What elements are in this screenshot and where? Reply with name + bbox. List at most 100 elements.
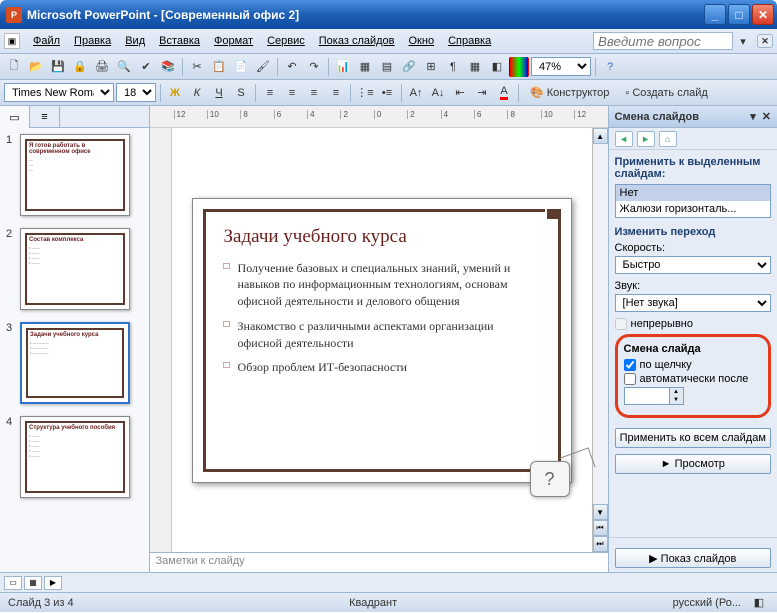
scroll-track[interactable]	[593, 144, 608, 504]
increase-font-icon[interactable]: A↑	[406, 83, 426, 103]
thumbnail-item[interactable]: 4 Структура учебного пособия• ——• ——• ——…	[6, 416, 143, 498]
tables-borders-icon[interactable]: ▤	[377, 57, 397, 77]
align-left-icon[interactable]: ≡	[260, 83, 280, 103]
minimize-button[interactable]: _	[704, 4, 726, 25]
align-center-icon[interactable]: ≡	[282, 83, 302, 103]
help-icon[interactable]: ?	[600, 57, 620, 77]
table-icon[interactable]: ▦	[355, 57, 375, 77]
research-icon[interactable]: 📚	[158, 57, 178, 77]
transition-option[interactable]: Нет	[616, 185, 770, 201]
bullet-item[interactable]: Знакомство с различными аспектами органи…	[224, 318, 540, 352]
menu-slideshow[interactable]: Показ слайдов	[312, 32, 402, 50]
nav-home-icon[interactable]: ⌂	[659, 131, 677, 147]
expand-all-icon[interactable]: ⊞	[421, 57, 441, 77]
scroll-down-button[interactable]: ▼	[593, 504, 608, 520]
slide-canvas[interactable]: Задачи учебного курса Получение базовых …	[172, 128, 592, 552]
align-right-icon[interactable]: ≡	[304, 83, 324, 103]
help-callout[interactable]: ?	[530, 461, 570, 497]
print-icon[interactable]: 🖨	[92, 57, 112, 77]
prev-slide-button[interactable]: ⏮	[593, 520, 608, 536]
redo-icon[interactable]: ↷	[304, 57, 324, 77]
font-size-select[interactable]: 18	[116, 83, 156, 102]
menu-view[interactable]: Вид	[118, 32, 152, 50]
transition-listbox[interactable]: Нет Жалюзи горизонталь...	[615, 184, 771, 218]
on-click-input[interactable]	[624, 359, 636, 371]
transition-option[interactable]: Жалюзи горизонталь...	[616, 201, 770, 217]
cut-icon[interactable]: ✂	[187, 57, 207, 77]
chart-icon[interactable]: 📊	[333, 57, 353, 77]
outline-tab[interactable]: ≡	[30, 106, 60, 128]
italic-icon[interactable]: К	[187, 83, 207, 103]
menu-format[interactable]: Формат	[207, 32, 260, 50]
slide-bullets[interactable]: Получение базовых и специальных знаний, …	[224, 260, 540, 377]
next-slide-button[interactable]: ⏭	[593, 536, 608, 552]
bullet-item[interactable]: Обзор проблем ИТ-безопасности	[224, 359, 540, 376]
hyperlink-icon[interactable]: 🔗	[399, 57, 419, 77]
color-grayscale-icon[interactable]: ◧	[487, 57, 507, 77]
new-slide-button[interactable]: ▫ Создать слайд	[618, 83, 714, 103]
menu-edit[interactable]: Правка	[67, 32, 118, 50]
zoom-select[interactable]: 47%	[531, 57, 591, 76]
undo-icon[interactable]: ↶	[282, 57, 302, 77]
thumbnail-item[interactable]: 3 Задачи учебного курса• ————• ————• ———…	[6, 322, 143, 404]
close-button[interactable]: ✕	[752, 4, 774, 25]
ask-question-input[interactable]	[593, 32, 733, 50]
question-dropdown[interactable]: ▾	[733, 31, 753, 51]
format-painter-icon[interactable]: 🖌	[253, 57, 273, 77]
font-color-icon[interactable]: A	[494, 83, 514, 103]
menu-help[interactable]: Справка	[441, 32, 498, 50]
open-icon[interactable]: 📂	[26, 57, 46, 77]
nav-forward-icon[interactable]: ►	[637, 131, 655, 147]
bullet-list-icon[interactable]: •≡	[377, 83, 397, 103]
auto-after-input[interactable]	[624, 373, 636, 385]
save-icon[interactable]: 💾	[48, 57, 68, 77]
menu-window[interactable]: Окно	[402, 32, 442, 50]
scroll-up-button[interactable]: ▲	[593, 128, 608, 144]
bullet-item[interactable]: Получение базовых и специальных знаний, …	[224, 260, 540, 310]
permission-icon[interactable]: 🔒	[70, 57, 90, 77]
increase-indent-icon[interactable]: ⇥	[472, 83, 492, 103]
spin-down-icon[interactable]: ▼	[670, 396, 683, 404]
designer-button[interactable]: 🎨 Конструктор	[523, 83, 616, 103]
notes-pane[interactable]: Заметки к слайду	[150, 552, 608, 572]
decrease-font-icon[interactable]: A↓	[428, 83, 448, 103]
apply-all-button[interactable]: Применить ко всем слайдам	[615, 428, 771, 448]
decrease-indent-icon[interactable]: ⇤	[450, 83, 470, 103]
new-icon[interactable]: 🗋	[4, 57, 24, 77]
numbered-list-icon[interactable]: ⋮≡	[355, 83, 375, 103]
copy-icon[interactable]: 📋	[209, 57, 229, 77]
sound-select[interactable]: [Нет звука]	[615, 294, 771, 312]
grid-icon[interactable]: ▦	[465, 57, 485, 77]
control-menu-icon[interactable]: ▣	[4, 33, 20, 49]
loop-checkbox-input[interactable]	[615, 318, 627, 330]
slideshow-view-button[interactable]: ▶	[44, 576, 62, 590]
nav-back-icon[interactable]: ◄	[615, 131, 633, 147]
maximize-button[interactable]: □	[728, 4, 750, 25]
status-icon[interactable]: ◧	[749, 593, 769, 613]
on-click-checkbox[interactable]: по щелчку	[624, 359, 762, 371]
underline-icon[interactable]: Ч	[209, 83, 229, 103]
spell-check-icon[interactable]: ✔	[136, 57, 156, 77]
menu-tools[interactable]: Сервис	[260, 32, 312, 50]
vertical-scrollbar[interactable]: ▲ ▼ ⏮ ⏭	[592, 128, 608, 552]
normal-view-button[interactable]: ▭	[4, 576, 22, 590]
paste-icon[interactable]: 📄	[231, 57, 251, 77]
doc-close-button[interactable]: ✕	[757, 34, 773, 48]
thumbnail-item[interactable]: 2 Состав комплекса• ——• ——• ——• ——	[6, 228, 143, 310]
font-family-select[interactable]: Times New Roman	[4, 83, 114, 102]
menu-file[interactable]: Файл	[26, 32, 67, 50]
color-icon[interactable]	[509, 57, 529, 77]
bold-icon[interactable]: Ж	[165, 83, 185, 103]
slide[interactable]: Задачи учебного курса Получение базовых …	[192, 198, 572, 483]
sorter-view-button[interactable]: ▦	[24, 576, 42, 590]
shadow-icon[interactable]: S	[231, 83, 251, 103]
menu-insert[interactable]: Вставка	[152, 32, 207, 50]
slide-title[interactable]: Задачи учебного курса	[224, 226, 540, 248]
vertical-ruler[interactable]	[150, 128, 172, 552]
auto-after-spinner[interactable]: ▲▼	[624, 387, 684, 405]
preview-button[interactable]: ► Просмотр	[615, 454, 771, 474]
status-language[interactable]: русский (Ро...	[673, 597, 741, 609]
show-formatting-icon[interactable]: ¶	[443, 57, 463, 77]
slideshow-button[interactable]: ▶ Показ слайдов	[615, 548, 771, 568]
thumbnails-list[interactable]: 1 Я готов работать в современном офисе——…	[0, 128, 149, 572]
